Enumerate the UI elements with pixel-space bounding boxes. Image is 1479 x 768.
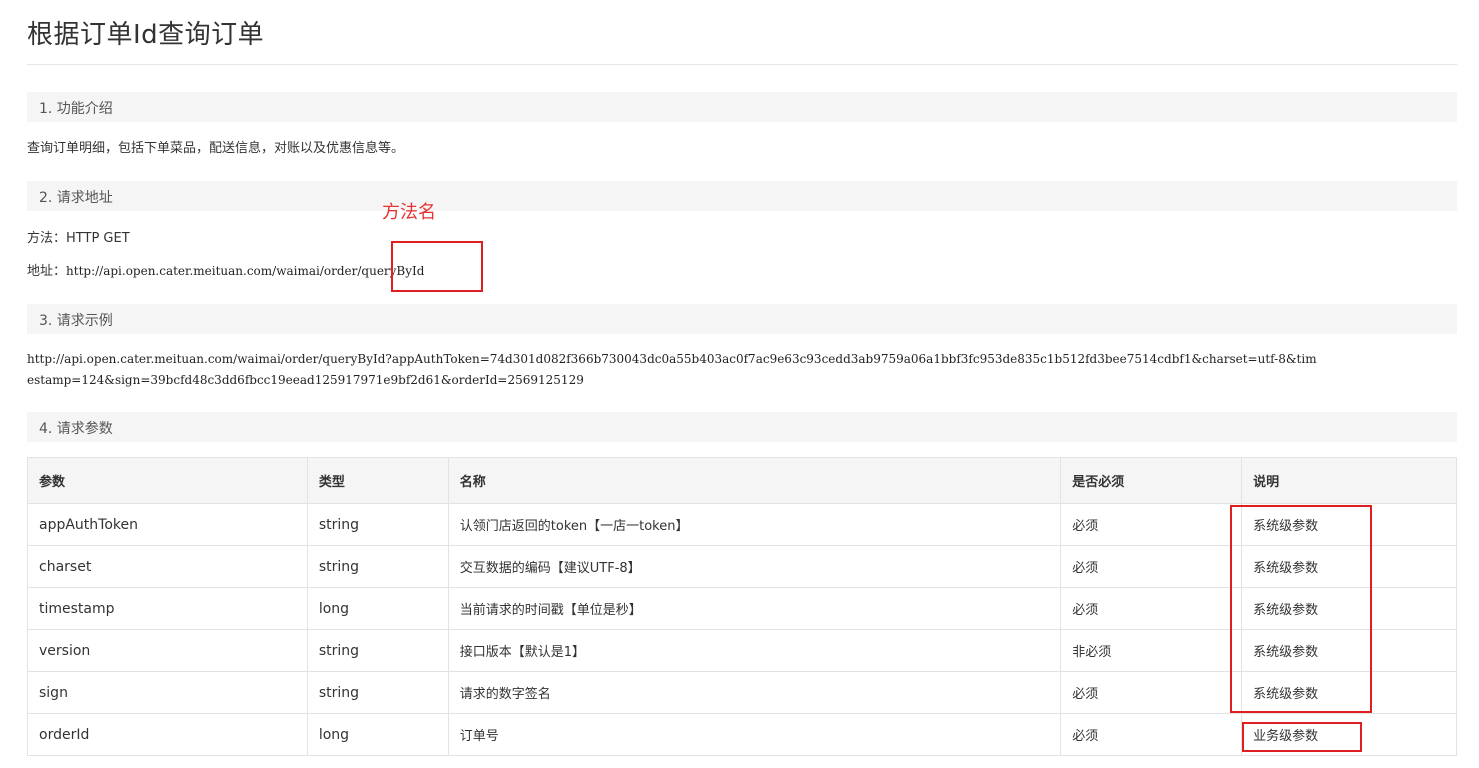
annotation-method-name: 方法名 bbox=[382, 202, 436, 223]
method-value: HTTP GET bbox=[66, 231, 130, 246]
cell-type: string bbox=[306, 629, 449, 672]
cell-type: long bbox=[306, 587, 449, 630]
highlight-box-method bbox=[391, 241, 483, 292]
request-address-line: 地址：http://api.open.cater.meituan.com/wai… bbox=[27, 260, 424, 279]
address-base: http://api.open.cater.meituan.com/waimai… bbox=[66, 264, 362, 278]
title-divider bbox=[27, 64, 1457, 65]
cell-required: 必须 bbox=[1060, 671, 1243, 714]
section-title: 2. 请求地址 bbox=[39, 190, 113, 206]
cell-type: string bbox=[306, 545, 449, 588]
cell-required: 非必须 bbox=[1060, 629, 1243, 672]
cell-name: 交互数据的编码【建议UTF-8】 bbox=[447, 545, 1062, 588]
cell-param: orderId bbox=[27, 713, 308, 756]
cell-name: 请求的数字签名 bbox=[447, 671, 1062, 714]
section-header-intro: 1. 功能介绍 bbox=[27, 92, 1457, 122]
header-name: 名称 bbox=[447, 457, 1062, 504]
intro-text: 查询订单明细，包括下单菜品，配送信息，对账以及优惠信息等。 bbox=[27, 141, 405, 156]
section-title: 3. 请求示例 bbox=[39, 313, 113, 329]
section-header-address: 2. 请求地址 bbox=[27, 181, 1457, 211]
cell-name: 订单号 bbox=[447, 713, 1062, 756]
section-title: 1. 功能介绍 bbox=[39, 101, 113, 117]
table-header-row: 参数 类型 名称 是否必须 说明 bbox=[27, 457, 1457, 504]
cell-name: 认领门店返回的token【一店一token】 bbox=[447, 503, 1062, 546]
header-required: 是否必须 bbox=[1060, 457, 1243, 504]
cell-param: charset bbox=[27, 545, 308, 588]
cell-param: sign bbox=[27, 671, 308, 714]
example-url: http://api.open.cater.meituan.com/waimai… bbox=[27, 352, 1317, 387]
section-title: 4. 请求参数 bbox=[39, 421, 113, 437]
cell-param: timestamp bbox=[27, 587, 308, 630]
highlight-box-business-param bbox=[1242, 722, 1362, 752]
highlight-box-system-params bbox=[1230, 505, 1372, 713]
cell-name: 接口版本【默认是1】 bbox=[447, 629, 1062, 672]
cell-type: long bbox=[306, 713, 449, 756]
cell-required: 必须 bbox=[1060, 503, 1243, 546]
cell-name: 当前请求的时间戳【单位是秒】 bbox=[447, 587, 1062, 630]
cell-param: version bbox=[27, 629, 308, 672]
address-label: 地址： bbox=[27, 264, 67, 279]
section-header-example: 3. 请求示例 bbox=[27, 304, 1457, 334]
cell-required: 必须 bbox=[1060, 545, 1243, 588]
header-type: 类型 bbox=[306, 457, 449, 504]
request-method-line: 方法：HTTP GET bbox=[27, 227, 130, 246]
method-label: 方法： bbox=[27, 231, 67, 246]
header-note: 说明 bbox=[1241, 457, 1457, 504]
cell-required: 必须 bbox=[1060, 587, 1243, 630]
page-title: 根据订单Id查询订单 bbox=[27, 20, 265, 50]
section-header-params: 4. 请求参数 bbox=[27, 412, 1457, 442]
cell-type: string bbox=[306, 671, 449, 714]
header-param: 参数 bbox=[27, 457, 308, 504]
cell-param: appAuthToken bbox=[27, 503, 308, 546]
cell-type: string bbox=[306, 503, 449, 546]
cell-required: 必须 bbox=[1060, 713, 1243, 756]
